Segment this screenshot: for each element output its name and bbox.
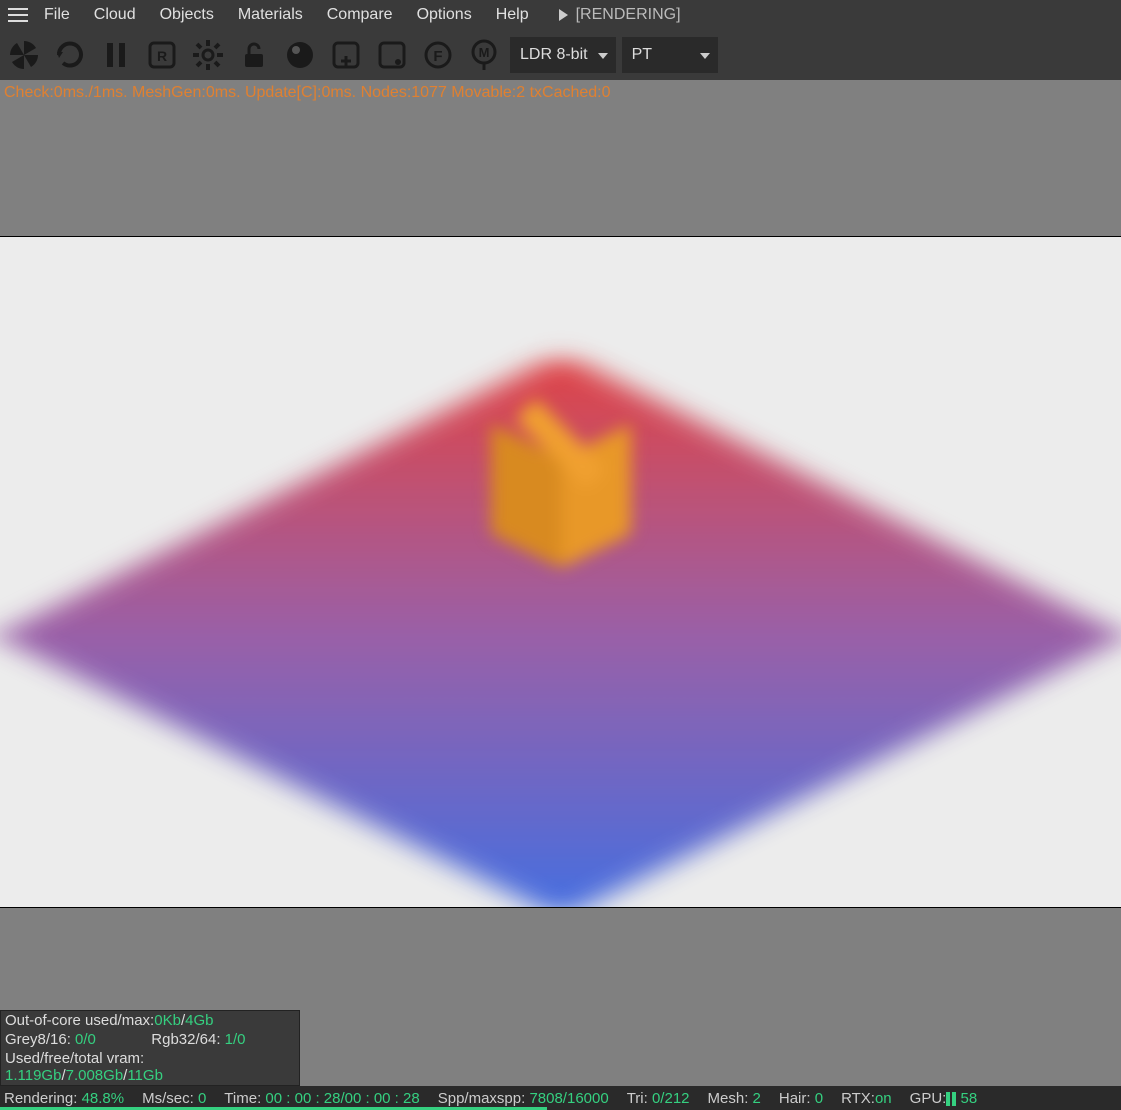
render-icon[interactable] bbox=[4, 35, 44, 75]
viewport[interactable] bbox=[0, 106, 1121, 1006]
svg-text:F: F bbox=[433, 48, 442, 65]
gpu-label: GPU: bbox=[910, 1090, 947, 1107]
mesh-label: Mesh: bbox=[708, 1090, 753, 1107]
snapshot-icon[interactable] bbox=[372, 35, 412, 75]
gpu-val: 58 bbox=[961, 1090, 978, 1107]
menu-options[interactable]: Options bbox=[405, 2, 484, 28]
hair-label: Hair: bbox=[779, 1090, 815, 1107]
ooc-label: Out-of-core used/max: bbox=[5, 1012, 154, 1029]
render-area bbox=[0, 236, 1121, 908]
ooc-max: 4Gb bbox=[185, 1012, 213, 1029]
material-pin-icon[interactable]: M bbox=[464, 35, 504, 75]
menu-compare[interactable]: Compare bbox=[315, 2, 405, 28]
stats-panel: Out-of-core used/max:0Kb/4Gb Grey8/16: 0… bbox=[0, 1010, 300, 1086]
vram-label: Used/free/total vram: bbox=[5, 1050, 144, 1067]
rgb-label: Rgb32/64: bbox=[151, 1031, 224, 1048]
spp-val: 7808/16000 bbox=[529, 1090, 608, 1107]
ms-val: 0 bbox=[198, 1090, 206, 1107]
time-label: Time: bbox=[224, 1090, 265, 1107]
pause-icon[interactable] bbox=[96, 35, 136, 75]
tri-label: Tri: bbox=[627, 1090, 652, 1107]
tri-val: 0/212 bbox=[652, 1090, 690, 1107]
grey-label: Grey8/16: bbox=[5, 1031, 75, 1048]
focus-icon[interactable]: F bbox=[418, 35, 458, 75]
menu-objects[interactable]: Objects bbox=[148, 2, 226, 28]
menu-help[interactable]: Help bbox=[484, 2, 541, 28]
debug-line: Check:0ms./1ms. MeshGen:0ms. Update[C]:0… bbox=[0, 80, 1121, 106]
status-bar: Rendering: 48.8% Ms/sec: 0 Time: 00 : 00… bbox=[0, 1086, 1121, 1110]
grey-val: 0/0 bbox=[75, 1031, 96, 1048]
region-icon[interactable]: R bbox=[142, 35, 182, 75]
refresh-icon[interactable] bbox=[50, 35, 90, 75]
mode-dropdown[interactable]: PT bbox=[622, 37, 718, 73]
ooc-used: 0Kb bbox=[154, 1012, 181, 1029]
sphere-icon[interactable] bbox=[280, 35, 320, 75]
render-status-label: [RENDERING] bbox=[576, 6, 681, 24]
svg-text:M: M bbox=[479, 45, 490, 60]
vram-total: 11Gb bbox=[127, 1067, 163, 1084]
svg-text:R: R bbox=[157, 48, 167, 64]
rgb-val: 1/0 bbox=[225, 1031, 246, 1048]
ldr-dropdown-label: LDR 8-bit bbox=[520, 46, 588, 64]
hair-val: 0 bbox=[815, 1090, 823, 1107]
menu-materials[interactable]: Materials bbox=[226, 2, 315, 28]
time-val: 00 : 00 : 28/00 : 00 : 28 bbox=[265, 1090, 419, 1107]
scene-cube bbox=[491, 419, 631, 559]
play-icon bbox=[559, 9, 568, 21]
render-status: [RENDERING] bbox=[559, 6, 681, 24]
mode-dropdown-label: PT bbox=[632, 46, 652, 64]
gpu-bars-icon bbox=[946, 1092, 956, 1106]
gear-icon[interactable] bbox=[188, 35, 228, 75]
add-layer-icon[interactable] bbox=[326, 35, 366, 75]
menu-cloud[interactable]: Cloud bbox=[82, 2, 148, 28]
mesh-val: 2 bbox=[753, 1090, 761, 1107]
vram-used: 1.119Gb bbox=[5, 1067, 61, 1084]
spp-label: Spp/maxspp: bbox=[438, 1090, 530, 1107]
render-label: Rendering: bbox=[4, 1090, 82, 1107]
ms-label: Ms/sec: bbox=[142, 1090, 198, 1107]
menu-bar: File Cloud Objects Materials Compare Opt… bbox=[0, 0, 1121, 30]
vram-free: 7.008Gb bbox=[66, 1067, 124, 1084]
menu-file[interactable]: File bbox=[32, 2, 82, 28]
ldr-dropdown[interactable]: LDR 8-bit bbox=[510, 37, 616, 73]
lock-icon[interactable] bbox=[234, 35, 274, 75]
rtx-label: RTX: bbox=[841, 1090, 875, 1107]
render-pct: 48.8% bbox=[82, 1090, 125, 1107]
rtx-val: on bbox=[875, 1090, 892, 1107]
hamburger-icon[interactable] bbox=[4, 1, 32, 29]
toolbar: R F M LDR 8-bit PT bbox=[0, 30, 1121, 80]
